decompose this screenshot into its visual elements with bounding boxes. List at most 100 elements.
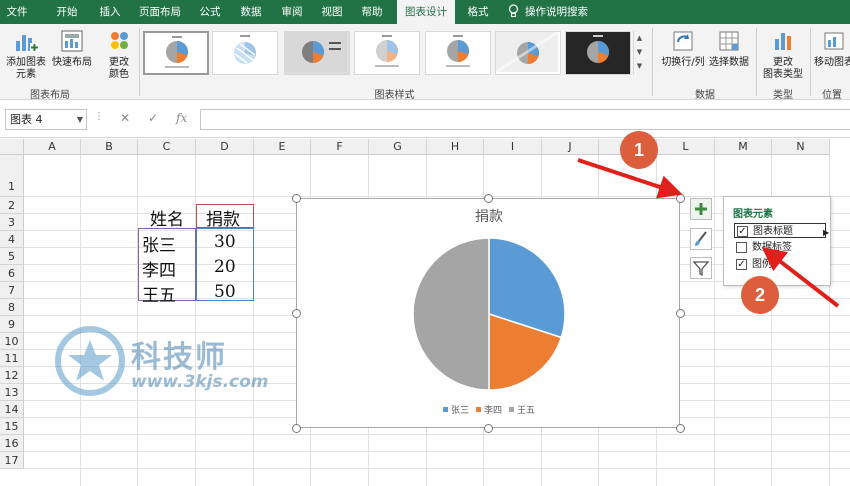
resize-handle[interactable] (675, 423, 685, 433)
tell-me-search[interactable]: 操作说明搜索 (508, 0, 588, 24)
quick-layout-button[interactable]: 快速布局 (50, 27, 94, 69)
cell-amount-2[interactable]: 20 (214, 257, 236, 277)
tab-formulas[interactable]: 公式 (193, 0, 227, 24)
chart-style-4[interactable] (354, 31, 420, 75)
cancel-icon[interactable]: ✕ (120, 111, 130, 125)
column-header-M[interactable]: M (715, 139, 772, 155)
tab-format[interactable]: 格式 (461, 0, 495, 24)
column-header-I[interactable]: I (484, 139, 542, 155)
tab-review[interactable]: 审阅 (275, 0, 309, 24)
row-header-9[interactable]: 9 (0, 316, 24, 333)
row-header-2[interactable]: 2 (0, 197, 24, 214)
column-header-A[interactable]: A (24, 139, 81, 155)
chart-legend[interactable]: 张三 李四 王五 (443, 404, 535, 416)
chart-title-checkbox[interactable]: ✓ (737, 226, 748, 237)
style-2-preview (234, 35, 257, 64)
chevron-right-icon[interactable]: ▶ (823, 225, 829, 240)
column-header-C[interactable]: C (138, 139, 196, 155)
insert-function-icon[interactable]: fx (176, 111, 187, 125)
chart-style-1[interactable] (143, 31, 209, 75)
row-header-6[interactable]: 6 (0, 265, 24, 282)
column-header-N[interactable]: N (772, 139, 830, 155)
resize-handle[interactable] (483, 423, 493, 433)
cell-amount-3[interactable]: 50 (214, 282, 236, 302)
chart-filters-button[interactable] (690, 257, 712, 279)
resize-handle[interactable] (675, 193, 685, 203)
column-header-H[interactable]: H (427, 139, 484, 155)
add-chart-element-button[interactable]: 添加图表 元素 (4, 27, 48, 81)
data-labels-checkbox[interactable] (736, 242, 747, 253)
scroll-down-icon[interactable]: ▼ (634, 45, 645, 59)
cell-name-1[interactable]: 张三 (142, 231, 176, 256)
resize-handle[interactable] (483, 193, 493, 203)
row-header-11[interactable]: 11 (0, 350, 24, 367)
chart-style-7[interactable] (565, 31, 631, 75)
gallery-more-icon[interactable]: ▼ (634, 59, 645, 73)
column-header-L[interactable]: L (657, 139, 715, 155)
legend-option[interactable]: ✓ 图例 (734, 257, 826, 272)
cell-amount-1[interactable]: 30 (214, 232, 236, 252)
change-chart-type-button[interactable]: 更改 图表类型 (760, 27, 806, 81)
column-header-G[interactable]: G (369, 139, 427, 155)
row-header-16[interactable]: 16 (0, 435, 24, 452)
cell-header-name[interactable]: 姓名 (150, 205, 184, 230)
chart-style-2[interactable] (212, 31, 278, 75)
formula-input[interactable] (200, 109, 850, 130)
select-data-button[interactable]: 选择数据 (707, 27, 751, 69)
chart-title-option[interactable]: ✓ 图表标题 ▶ (734, 223, 829, 240)
chart-title[interactable]: 捐款 (475, 209, 503, 225)
column-header-J[interactable]: J (542, 139, 599, 155)
tab-help[interactable]: 帮助 (355, 0, 389, 24)
row-header-10[interactable]: 10 (0, 333, 24, 350)
data-labels-option[interactable]: 数据标签 (734, 240, 826, 255)
pie-chart[interactable]: 捐款 张三 李四 王五 (296, 198, 680, 428)
row-header-13[interactable]: 13 (0, 384, 24, 401)
row-header-15[interactable]: 15 (0, 418, 24, 435)
switch-row-column-label: 切换行/列 (661, 57, 705, 68)
row-header-3[interactable]: 3 (0, 214, 24, 231)
column-header-F[interactable]: F (311, 139, 369, 155)
row-header-12[interactable]: 12 (0, 367, 24, 384)
chart-style-6[interactable] (495, 31, 561, 75)
tab-chart-design[interactable]: 图表设计 (397, 0, 455, 24)
enter-icon[interactable]: ✓ (148, 111, 158, 125)
tab-home[interactable]: 开始 (50, 0, 84, 24)
resize-handle[interactable] (291, 423, 301, 433)
column-header-B[interactable]: B (81, 139, 138, 155)
cell-name-3[interactable]: 王五 (142, 281, 176, 306)
row-header-8[interactable]: 8 (0, 299, 24, 316)
column-header-D[interactable]: D (196, 139, 254, 155)
pie-slice-王五[interactable] (412, 237, 490, 391)
resize-handle[interactable] (291, 193, 301, 203)
tab-view[interactable]: 视图 (315, 0, 349, 24)
switch-row-column-button[interactable]: 切换行/列 (660, 27, 706, 69)
move-chart-button[interactable]: 移动图表 (814, 27, 850, 69)
tab-file[interactable]: 文件 (0, 0, 34, 24)
chart-styles-button[interactable] (690, 228, 712, 250)
chart-style-5[interactable] (425, 31, 491, 75)
cell-header-amount[interactable]: 捐款 (206, 205, 240, 230)
legend-checkbox[interactable]: ✓ (736, 259, 747, 270)
name-box[interactable]: 图表 4 ▼ (5, 109, 87, 130)
row-header-17[interactable]: 17 (0, 452, 24, 469)
chevron-down-icon[interactable]: ▼ (77, 110, 83, 129)
row-header-4[interactable]: 4 (0, 231, 24, 248)
gallery-scroll[interactable]: ▲ ▼ ▼ (633, 31, 645, 75)
row-header-1[interactable]: 1 (0, 155, 24, 197)
resize-handle[interactable] (675, 308, 685, 318)
tab-data[interactable]: 数据 (234, 0, 268, 24)
cell-name-2[interactable]: 李四 (142, 256, 176, 281)
row-header-7[interactable]: 7 (0, 282, 24, 299)
chart-style-3[interactable] (284, 31, 350, 75)
row-header-14[interactable]: 14 (0, 401, 24, 418)
tab-page-layout[interactable]: 页面布局 (134, 0, 186, 24)
row-header-5[interactable]: 5 (0, 248, 24, 265)
tab-insert[interactable]: 插入 (93, 0, 127, 24)
scroll-up-icon[interactable]: ▲ (634, 31, 645, 45)
gridline-horizontal (24, 434, 850, 435)
select-all-corner[interactable] (0, 139, 24, 155)
chart-elements-button[interactable] (690, 198, 712, 220)
column-header-E[interactable]: E (254, 139, 311, 155)
change-colors-button[interactable]: 更改 颜色 (100, 27, 138, 81)
resize-handle[interactable] (291, 308, 301, 318)
